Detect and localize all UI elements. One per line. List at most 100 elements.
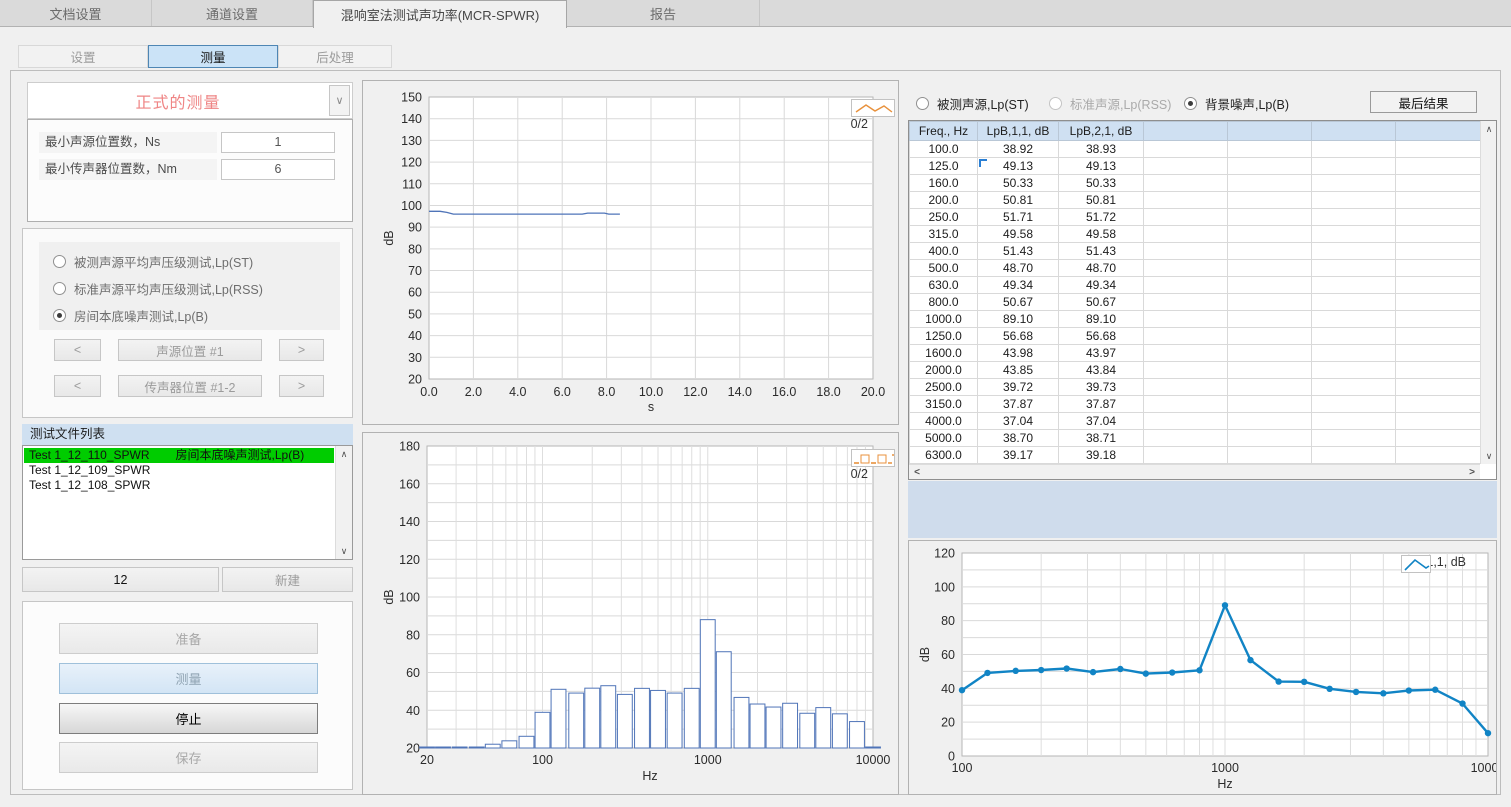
table-cell[interactable]: 315.0 — [910, 226, 978, 243]
table-cell[interactable] — [1228, 141, 1312, 158]
table-cell[interactable] — [1144, 396, 1228, 413]
table-cell[interactable]: 50.33 — [1059, 175, 1144, 192]
table-header-cell[interactable] — [1228, 122, 1312, 141]
table-cell[interactable] — [1228, 413, 1312, 430]
table-cell[interactable] — [1396, 413, 1481, 430]
table-cell[interactable] — [1396, 209, 1481, 226]
scroll-down-icon[interactable]: ∨ — [336, 543, 352, 559]
table-cell[interactable] — [1312, 192, 1396, 209]
table-cell[interactable] — [1312, 430, 1396, 447]
table-hscrollbar[interactable]: < > — [909, 464, 1480, 479]
table-header-cell[interactable]: LpB,1,1, dB — [978, 122, 1059, 141]
table-cell[interactable]: 630.0 — [910, 277, 978, 294]
table-cell[interactable] — [1144, 192, 1228, 209]
table-cell[interactable] — [1144, 362, 1228, 379]
mic-next-button[interactable]: > — [279, 375, 324, 397]
table-cell[interactable]: 43.84 — [1059, 362, 1144, 379]
table-cell[interactable] — [1228, 175, 1312, 192]
table-cell[interactable]: 56.68 — [1059, 328, 1144, 345]
table-cell[interactable]: 250.0 — [910, 209, 978, 226]
scroll-left-icon[interactable]: < — [909, 464, 925, 480]
table-cell[interactable] — [1312, 379, 1396, 396]
source-next-button[interactable]: > — [279, 339, 324, 361]
result-radio-lp-rss[interactable]: 标准声源,Lp(RSS) — [1049, 94, 1171, 112]
table-cell[interactable] — [1312, 413, 1396, 430]
table-cell[interactable] — [1228, 328, 1312, 345]
radio-lp-rss[interactable]: 标准声源平均声压级测试,Lp(RSS) — [53, 279, 263, 297]
table-cell[interactable]: 49.34 — [978, 277, 1059, 294]
table-cell[interactable] — [1312, 141, 1396, 158]
table-cell[interactable] — [1228, 396, 1312, 413]
table-cell[interactable]: 51.43 — [978, 243, 1059, 260]
table-cell[interactable] — [1312, 260, 1396, 277]
table-cell[interactable] — [1396, 192, 1481, 209]
table-cell[interactable] — [1144, 328, 1228, 345]
table-cell[interactable] — [1312, 328, 1396, 345]
table-cell[interactable] — [1228, 311, 1312, 328]
table-header-cell[interactable] — [1396, 122, 1481, 141]
table-cell[interactable]: 37.04 — [1059, 413, 1144, 430]
prepare-button[interactable]: 准备 — [59, 623, 318, 654]
table-cell[interactable] — [1396, 260, 1481, 277]
table-cell[interactable] — [1396, 294, 1481, 311]
table-cell[interactable] — [1144, 141, 1228, 158]
table-cell[interactable]: 43.85 — [978, 362, 1059, 379]
table-cell[interactable] — [1312, 345, 1396, 362]
table-cell[interactable] — [1144, 447, 1228, 464]
table-cell[interactable] — [1396, 226, 1481, 243]
table-cell[interactable]: 49.34 — [1059, 277, 1144, 294]
stop-button[interactable]: 停止 — [59, 703, 318, 734]
table-cell[interactable] — [1396, 396, 1481, 413]
table-cell[interactable]: 38.70 — [978, 430, 1059, 447]
table-cell[interactable]: 51.71 — [978, 209, 1059, 226]
table-cell[interactable] — [1144, 379, 1228, 396]
table-cell[interactable] — [1228, 345, 1312, 362]
file-count-button[interactable]: 12 — [22, 567, 219, 592]
table-cell[interactable]: 6300.0 — [910, 447, 978, 464]
table-cell[interactable]: 50.67 — [978, 294, 1059, 311]
table-cell[interactable]: 37.87 — [978, 396, 1059, 413]
table-cell[interactable] — [1144, 158, 1228, 175]
tab-report[interactable]: 报告 — [567, 0, 760, 26]
table-cell[interactable]: 50.81 — [978, 192, 1059, 209]
table-cell[interactable] — [1312, 226, 1396, 243]
table-cell[interactable] — [1144, 345, 1228, 362]
table-cell[interactable]: 49.58 — [978, 226, 1059, 243]
table-cell[interactable] — [1396, 311, 1481, 328]
table-cell[interactable]: 800.0 — [910, 294, 978, 311]
measure-button[interactable]: 测量 — [59, 663, 318, 694]
table-cell[interactable]: 2500.0 — [910, 379, 978, 396]
chevron-down-icon[interactable]: ∨ — [329, 85, 350, 116]
table-cell[interactable] — [1228, 260, 1312, 277]
table-cell[interactable] — [1228, 294, 1312, 311]
table-cell[interactable] — [1144, 175, 1228, 192]
scroll-down-icon[interactable]: ∨ — [1481, 448, 1497, 464]
scroll-right-icon[interactable]: > — [1464, 464, 1480, 480]
table-cell[interactable]: 100.0 — [910, 141, 978, 158]
radio-lp-st[interactable]: 被测声源平均声压级测试,Lp(ST) — [53, 252, 253, 270]
table-cell[interactable] — [1144, 260, 1228, 277]
table-header-cell[interactable]: Freq., Hz — [910, 122, 978, 141]
table-cell[interactable]: 50.81 — [1059, 192, 1144, 209]
file-list-item[interactable]: Test 1_12_110_SPWR房间本底噪声测试,Lp(B) — [24, 448, 334, 463]
table-cell[interactable] — [1396, 175, 1481, 192]
table-cell[interactable] — [1396, 447, 1481, 464]
last-result-button[interactable]: 最后结果 — [1370, 91, 1477, 113]
table-cell[interactable]: 49.13 — [978, 158, 1059, 175]
table-cell[interactable] — [1312, 158, 1396, 175]
result-radio-lp-b[interactable]: 背景噪声,Lp(B) — [1184, 94, 1289, 112]
table-cell[interactable] — [1228, 192, 1312, 209]
source-position-button[interactable]: 声源位置 #1 — [118, 339, 262, 361]
table-cell[interactable]: 56.68 — [978, 328, 1059, 345]
tab-channel-settings[interactable]: 通道设置 — [152, 0, 313, 26]
table-cell[interactable] — [1144, 277, 1228, 294]
table-cell[interactable] — [1312, 294, 1396, 311]
scroll-up-icon[interactable]: ∧ — [336, 446, 352, 462]
table-cell[interactable]: 39.73 — [1059, 379, 1144, 396]
table-cell[interactable]: 160.0 — [910, 175, 978, 192]
table-cell[interactable]: 49.13 — [1059, 158, 1144, 175]
table-header-cell[interactable] — [1312, 122, 1396, 141]
mic-prev-button[interactable]: < — [54, 375, 101, 397]
save-button[interactable]: 保存 — [59, 742, 318, 773]
table-cell[interactable] — [1396, 141, 1481, 158]
